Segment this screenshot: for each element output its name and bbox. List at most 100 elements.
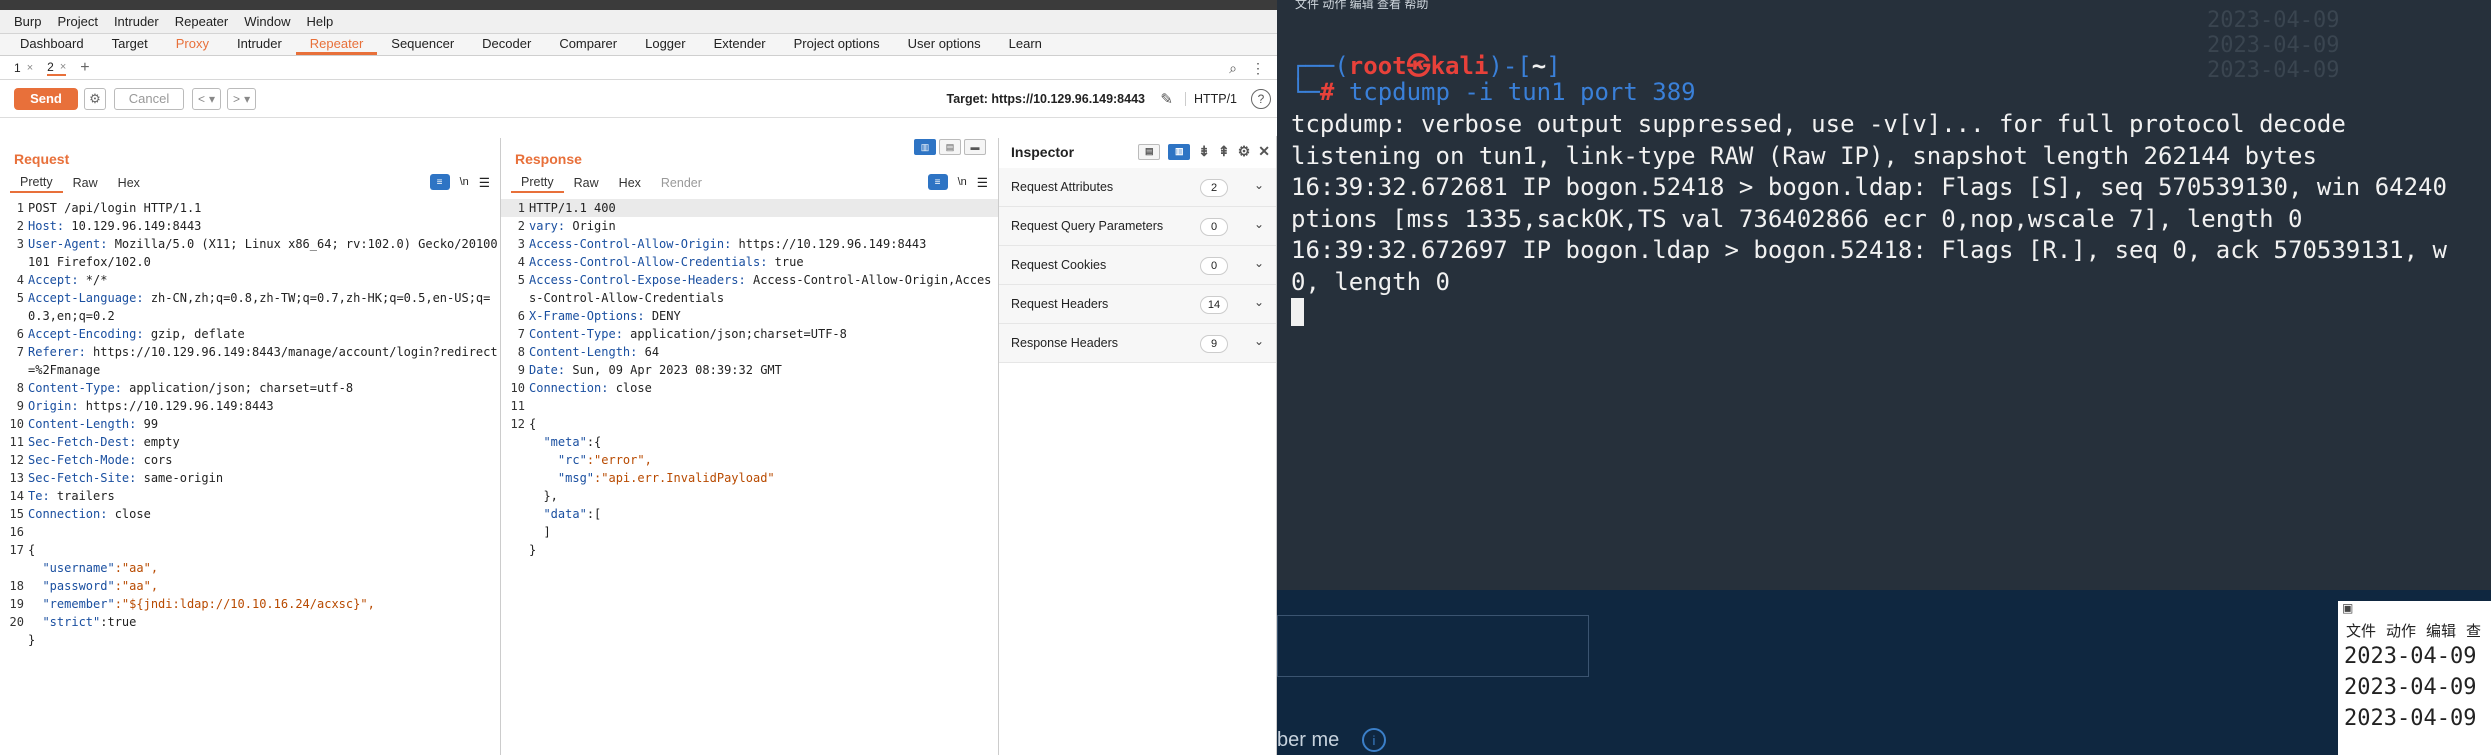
list-view-icon[interactable]: ▤ xyxy=(1138,143,1161,160)
terminal-output-line: listening on tun1, link-type RAW (Raw IP… xyxy=(1291,141,2317,170)
header-value: 64 xyxy=(637,345,660,359)
wrap-lines-icon[interactable]: ≡ xyxy=(927,174,948,190)
inspector-section-request-headers[interactable]: Request Headers 14 ⌄ xyxy=(999,285,1276,324)
header-key: Connection: xyxy=(529,381,609,395)
close-icon[interactable]: ✕ xyxy=(1258,143,1270,160)
menu-file[interactable]: 文件 xyxy=(2346,620,2376,641)
search-icon[interactable]: ⌕ xyxy=(1229,60,1237,77)
menu-project[interactable]: Project xyxy=(49,14,105,29)
menu-repeater[interactable]: Repeater xyxy=(167,14,236,29)
prompt-frame: ┌──( xyxy=(1291,52,1349,80)
line-number: 18 xyxy=(9,579,24,593)
tab-proxy[interactable]: Proxy xyxy=(162,33,223,55)
menu-help[interactable]: Help xyxy=(298,14,341,29)
inspector-section-request-cookies[interactable]: Request Cookies 0 ⌄ xyxy=(999,246,1276,285)
tab-project-options[interactable]: Project options xyxy=(780,33,894,55)
split-vertical-icon[interactable]: ▤ xyxy=(939,139,961,155)
line-number: 14 xyxy=(9,489,24,503)
command-line[interactable]: └─# tcpdump -i tun1 port 389 xyxy=(1291,78,1696,106)
request-editor[interactable]: 1 POST /api/login HTTP/1.1 2 Host: 10.129.9… xyxy=(0,199,500,649)
cancel-button[interactable]: Cancel xyxy=(114,87,184,110)
menu-icon[interactable]: ☰ xyxy=(479,175,490,190)
tab-pretty[interactable]: Pretty xyxy=(10,175,63,193)
line-content: HTTP/1.1 400 xyxy=(529,199,995,217)
tabs-layout-icon[interactable]: ▬ xyxy=(964,139,986,155)
tab-raw[interactable]: Raw xyxy=(564,176,609,192)
tab-target[interactable]: Target xyxy=(98,33,162,55)
line-number xyxy=(501,487,529,505)
line-content: { xyxy=(28,541,498,559)
menu-burp[interactable]: Burp xyxy=(6,14,49,29)
menu-window[interactable]: Window xyxy=(236,14,298,29)
tab-hex[interactable]: Hex xyxy=(108,176,150,192)
pencil-edit-icon[interactable]: ✎ xyxy=(1160,90,1173,108)
settings-gear-icon[interactable]: ⚙ xyxy=(1238,143,1251,160)
newline-toggle-icon[interactable]: \n xyxy=(460,176,469,188)
chevron-down-icon[interactable]: ⌄ xyxy=(1254,256,1264,270)
menu-action[interactable]: 动作 xyxy=(2386,620,2416,641)
header-value: } xyxy=(28,633,36,647)
newline-toggle-icon[interactable]: \n xyxy=(958,176,967,188)
menu-intruder[interactable]: Intruder xyxy=(106,14,167,29)
tab-pretty[interactable]: Pretty xyxy=(511,175,564,193)
settings-gear-icon[interactable]: ⚙ xyxy=(84,87,106,110)
http-version-selector[interactable]: HTTP/1 xyxy=(1184,92,1237,106)
wrap-lines-icon[interactable]: ≡ xyxy=(429,174,450,190)
tab-repeater[interactable]: Repeater xyxy=(295,33,378,55)
tab-learn[interactable]: Learn xyxy=(995,33,1056,55)
code-line: 6 X-Frame-Options: DENY xyxy=(501,307,998,325)
panel-view-icon[interactable]: ▥ xyxy=(1168,143,1191,160)
tab-hex[interactable]: Hex xyxy=(609,176,651,192)
tab-extender[interactable]: Extender xyxy=(700,33,780,55)
inspector-section-response-headers[interactable]: Response Headers 9 ⌄ xyxy=(999,324,1276,363)
close-icon[interactable]: × xyxy=(60,61,66,73)
response-editor[interactable]: 1 HTTP/1.1 400 2 vary: Origin 3 Access-Contro… xyxy=(501,199,998,559)
tab-comparer[interactable]: Comparer xyxy=(545,33,631,55)
more-options-icon[interactable]: ⋮ xyxy=(1251,60,1265,77)
tab-user-options[interactable]: User options xyxy=(894,33,995,55)
tab-raw[interactable]: Raw xyxy=(63,176,108,192)
menu-edit[interactable]: 编辑 xyxy=(2426,620,2456,641)
chevron-down-icon[interactable]: ⌄ xyxy=(1254,178,1264,192)
close-icon[interactable]: × xyxy=(27,62,33,74)
tab-logger[interactable]: Logger xyxy=(631,33,699,55)
chevron-right-icon: > xyxy=(233,91,241,106)
menu-icon[interactable]: ☰ xyxy=(977,175,988,190)
section-label: Request Query Parameters xyxy=(1011,219,1164,233)
line-content: "strict":true xyxy=(28,613,498,631)
split-horizontal-icon[interactable]: ▥ xyxy=(914,139,936,155)
inspector-panel: Inspector ▤ ▥ ⇟ ⇞ ⚙ ✕ Request Attributes… xyxy=(999,136,1277,755)
add-tab-icon[interactable]: + xyxy=(80,59,89,77)
tab-render[interactable]: Render xyxy=(651,176,712,192)
back-button[interactable]: < ▾ xyxy=(192,87,222,110)
header-value: https://10.129.96.149:8443 xyxy=(731,237,927,251)
section-label: Request Cookies xyxy=(1011,258,1107,272)
send-button[interactable]: Send xyxy=(14,87,78,110)
code-line: 12 { xyxy=(501,415,998,433)
response-title: Response xyxy=(515,151,582,167)
tab-dashboard[interactable]: Dashboard xyxy=(6,33,98,55)
inspector-section-request-query-parameters[interactable]: Request Query Parameters 0 ⌄ xyxy=(999,207,1276,246)
header-value: } xyxy=(529,543,537,557)
tab-decoder[interactable]: Decoder xyxy=(468,33,545,55)
repeater-tab-1[interactable]: 1 × xyxy=(14,61,33,75)
code-line: 1 HTTP/1.1 400 xyxy=(501,199,998,217)
chevron-down-icon[interactable]: ⌄ xyxy=(1254,217,1264,231)
forward-button[interactable]: > ▾ xyxy=(227,87,257,110)
dropdown-arrow-icon[interactable]: ▾ xyxy=(209,92,215,106)
tab-sequencer[interactable]: Sequencer xyxy=(377,33,468,55)
line-content: Connection: close xyxy=(28,505,498,523)
tab-intruder[interactable]: Intruder xyxy=(223,33,296,55)
menu-view[interactable]: 查 xyxy=(2466,620,2481,641)
inspector-section-request-attributes[interactable]: Request Attributes 2 ⌄ xyxy=(999,168,1276,207)
collapse-all-icon[interactable]: ⇟ xyxy=(1198,143,1210,160)
chevron-down-icon[interactable]: ⌄ xyxy=(1254,334,1264,348)
repeater-tab-2[interactable]: 2 × xyxy=(47,60,67,76)
code-line: } xyxy=(0,631,500,649)
line-content: } xyxy=(529,541,995,559)
help-icon[interactable]: ? xyxy=(1251,89,1271,109)
chevron-down-icon[interactable]: ⌄ xyxy=(1254,295,1264,309)
expand-all-icon[interactable]: ⇞ xyxy=(1218,143,1230,160)
dropdown-arrow-icon[interactable]: ▾ xyxy=(244,92,250,106)
header-value: 10.129.96.149:8443 xyxy=(64,219,202,233)
